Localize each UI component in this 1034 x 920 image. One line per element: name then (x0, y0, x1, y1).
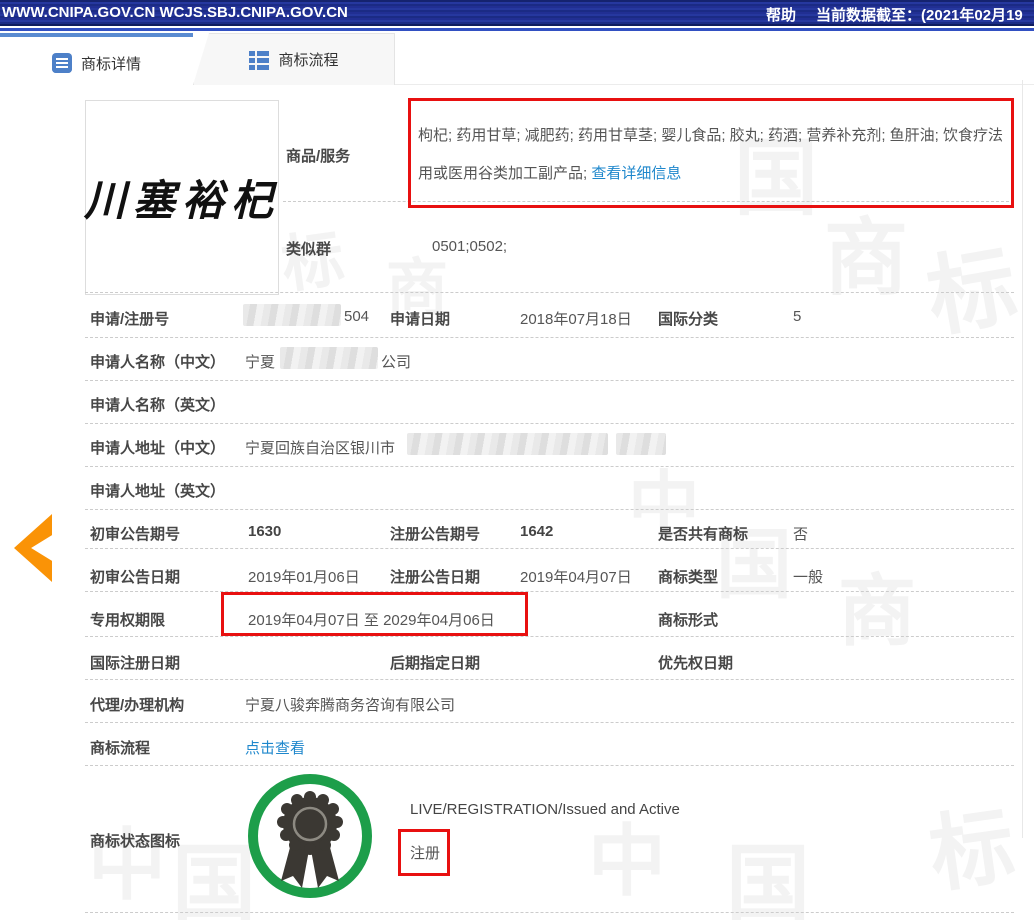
reg-pub-date-label: 注册公告日期 (390, 566, 480, 587)
app-no-label: 申请/注册号 (90, 308, 169, 329)
similar-group-value: 0501;0502; (432, 238, 507, 255)
panel-right-border (1022, 80, 1023, 838)
addr-cn-prefix: 宁夏回族自治区银川市 (245, 437, 395, 458)
trademark-detail-page: 标 商 国 商 标 中 国 商 中 国 中 国 标 WWW.CNIPA.GOV.… (0, 0, 1034, 920)
help-link[interactable]: 帮助 (766, 4, 796, 25)
priority-date-label: 优先权日期 (658, 652, 733, 673)
goods-label: 商品/服务 (286, 145, 350, 166)
collapse-left-arrow[interactable] (14, 514, 52, 582)
tab-label: 商标流程 (278, 49, 338, 70)
status-label: 商标状态图标 (90, 830, 180, 851)
detail-list-icon (52, 53, 72, 73)
watermark-glyph: 中 (588, 822, 666, 900)
trademark-image: 川塞裕杞 (85, 100, 279, 295)
process-label: 商标流程 (90, 737, 150, 758)
app-date-label: 申请日期 (390, 308, 450, 329)
co-owned-label: 是否共有商标 (658, 523, 748, 544)
watermark-glyph: 标 (925, 803, 1020, 898)
addr-cn-redacted (616, 433, 666, 455)
intl-reg-date-label: 国际注册日期 (90, 652, 180, 673)
agency-label: 代理/办理机构 (90, 694, 184, 715)
tm-form-label: 商标形式 (658, 609, 718, 630)
first-pub-date-value: 2019年01月06日 (248, 566, 360, 587)
later-date-label: 后期指定日期 (390, 652, 480, 673)
app-no-redacted (243, 304, 341, 326)
applicant-cn-suffix: 公司 (381, 351, 411, 372)
co-owned-value: 否 (793, 523, 808, 544)
site-url: WWW.CNIPA.GOV.CN WCJS.SBJ.CNIPA.GOV.CN (2, 4, 348, 21)
app-no-visible: 504 (344, 308, 369, 325)
tab-label: 商标详情 (81, 53, 141, 74)
status-tag-highlight-box (398, 829, 450, 876)
watermark-glyph: 商 (824, 216, 908, 300)
intl-class-label: 国际分类 (658, 308, 718, 329)
process-grid-icon (249, 50, 269, 70)
data-cutoff-text: 当前数据截至：(2021年02月19 (816, 4, 1023, 25)
similar-group-label: 类似群 (286, 238, 331, 259)
exclusive-label: 专用权期限 (90, 609, 165, 630)
watermark-glyph: 国 (726, 842, 810, 920)
reg-pub-no-value: 1642 (520, 523, 553, 540)
app-date-value: 2018年07月18日 (520, 308, 632, 329)
top-bar: WWW.CNIPA.GOV.CN WCJS.SBJ.CNIPA.GOV.CN 帮… (0, 0, 1034, 24)
applicant-cn-label: 申请人名称（中文） (90, 351, 225, 372)
topbar-divider (0, 24, 1034, 26)
reg-pub-date-value: 2019年04月07日 (520, 566, 632, 587)
trademark-calligraphy-text: 川塞裕杞 (84, 167, 280, 228)
reg-pub-no-label: 注册公告期号 (390, 523, 480, 544)
status-medal-icon (246, 772, 374, 900)
process-view-link[interactable]: 点击查看 (245, 737, 305, 758)
applicant-en-label: 申请人名称（英文） (90, 394, 225, 415)
first-pub-date-label: 初审公告日期 (90, 566, 180, 587)
intl-class-value: 5 (793, 308, 801, 325)
first-pub-no-value: 1630 (248, 523, 281, 540)
applicant-cn-prefix: 宁夏 (245, 351, 275, 372)
exclusive-period-highlight-box (221, 592, 528, 636)
addr-cn-redacted (407, 433, 608, 455)
tab-trademark-detail[interactable]: 商标详情 (0, 33, 193, 89)
addr-cn-label: 申请人地址（中文） (90, 437, 225, 458)
watermark-glyph: 国 (172, 842, 256, 920)
agency-value: 宁夏八骏奔腾商务咨询有限公司 (245, 694, 455, 715)
tm-type-value: 一般 (793, 566, 823, 587)
goods-highlight-box (408, 98, 1014, 208)
addr-en-label: 申请人地址（英文） (90, 480, 225, 501)
tm-type-label: 商标类型 (658, 566, 718, 587)
status-text: LIVE/REGISTRATION/Issued and Active (410, 801, 680, 818)
applicant-cn-redacted (280, 347, 378, 369)
watermark-glyph: 商 (838, 572, 916, 650)
first-pub-no-label: 初审公告期号 (90, 523, 180, 544)
topbar-accent-line (0, 28, 1034, 31)
tab-trademark-process[interactable]: 商标流程 (193, 33, 395, 85)
